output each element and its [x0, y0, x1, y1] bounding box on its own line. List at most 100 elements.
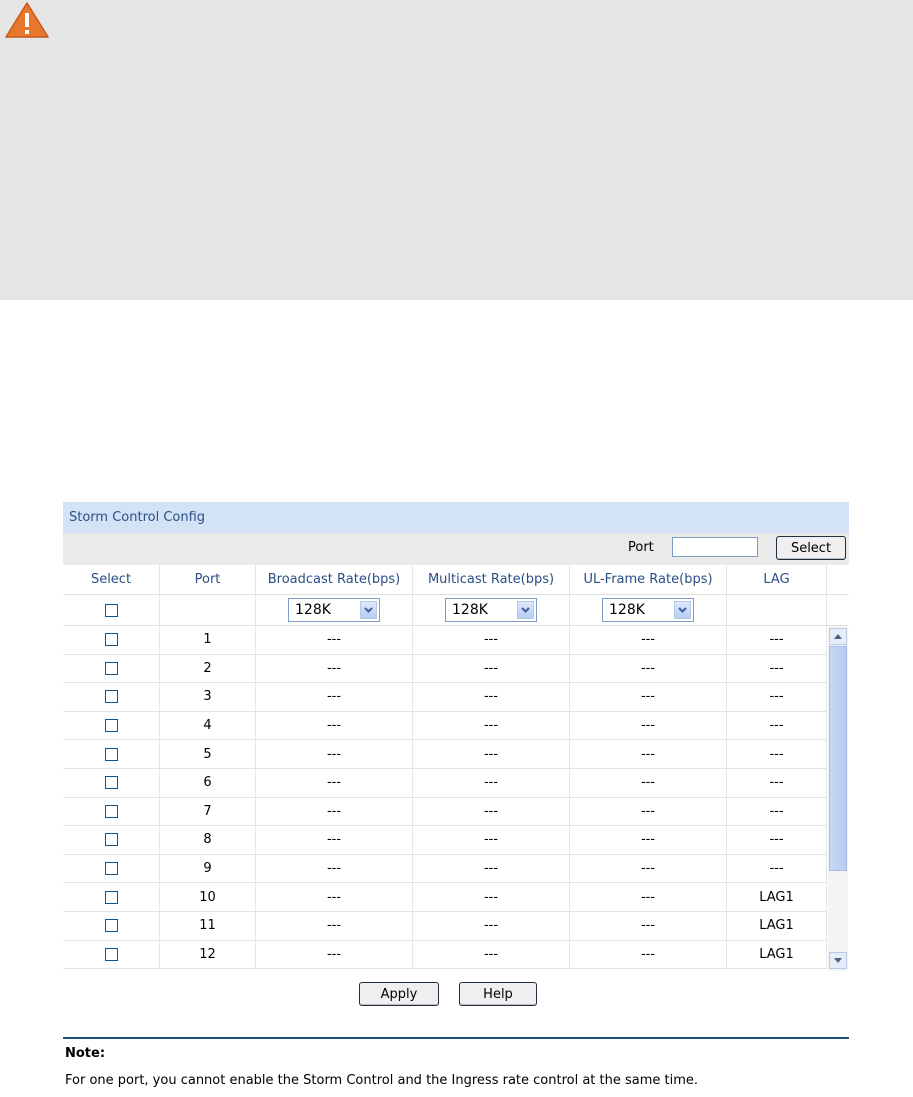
- broadcast-rate-dropdown[interactable]: 128K: [288, 598, 380, 622]
- apply-button[interactable]: Apply: [359, 982, 439, 1006]
- port-rows: 1 --- --- --- --- 2 --- --- --- --- 3 --- --- --- --- 4…: [63, 626, 827, 970]
- port-cell: 1: [160, 626, 256, 654]
- row-checkbox[interactable]: [104, 661, 118, 675]
- multicast-rate-cell: ---: [413, 826, 570, 854]
- row-checkbox[interactable]: [104, 833, 118, 847]
- ul-frame-rate-value: 128K: [609, 602, 645, 618]
- table-row[interactable]: 7 --- --- --- ---: [63, 797, 827, 827]
- table-header: Select Port Broadcast Rate(bps) Multicas…: [63, 565, 849, 595]
- ul-frame-rate-cell: ---: [570, 740, 727, 768]
- scroll-thumb[interactable]: [829, 646, 847, 871]
- lag-cell: ---: [727, 654, 827, 683]
- row-checkbox[interactable]: [104, 776, 118, 790]
- row-checkbox[interactable]: [104, 919, 118, 933]
- select-all-checkbox[interactable]: [104, 603, 118, 617]
- lag-cell: ---: [727, 711, 827, 740]
- ul-frame-rate-cell: ---: [570, 711, 727, 740]
- table-row[interactable]: 6 --- --- --- ---: [63, 768, 827, 798]
- scrollbar[interactable]: [828, 626, 848, 971]
- table-row[interactable]: 10 --- --- --- LAG1: [63, 883, 827, 912]
- broadcast-rate-cell: ---: [256, 626, 413, 654]
- ul-frame-rate-cell: ---: [570, 683, 727, 711]
- multicast-rate-cell: ---: [413, 883, 570, 911]
- lag-cell: ---: [727, 740, 827, 768]
- table-row[interactable]: 4 --- --- --- ---: [63, 711, 827, 741]
- port-cell: 5: [160, 740, 256, 768]
- table-row[interactable]: 9 --- --- --- ---: [63, 854, 827, 884]
- column-header-select: Select: [63, 565, 160, 594]
- port-cell: 10: [160, 883, 256, 911]
- column-header-ul-frame: UL-Frame Rate(bps): [570, 565, 727, 594]
- port-cell: 6: [160, 768, 256, 797]
- lag-cell: ---: [727, 826, 827, 854]
- chevron-down-icon: [674, 601, 691, 619]
- lag-cell: LAG1: [727, 940, 827, 969]
- panel-title: Storm Control Config: [63, 502, 849, 533]
- table-row[interactable]: 12 --- --- --- LAG1: [63, 940, 827, 970]
- ul-frame-rate-cell: ---: [570, 654, 727, 683]
- column-header-multicast: Multicast Rate(bps): [413, 565, 570, 594]
- note-text: For one port, you cannot enable the Stor…: [65, 1073, 699, 1088]
- row-checkbox[interactable]: [104, 747, 118, 761]
- port-table: 1 --- --- --- --- 2 --- --- --- --- 3 --- --- --- --- 4…: [63, 626, 849, 971]
- port-cell: 9: [160, 854, 256, 883]
- port-cell: 12: [160, 940, 256, 969]
- row-checkbox[interactable]: [104, 804, 118, 818]
- column-header-broadcast: Broadcast Rate(bps): [256, 565, 413, 594]
- broadcast-rate-cell: ---: [256, 940, 413, 969]
- ul-frame-rate-cell: ---: [570, 626, 727, 654]
- warning-icon: [5, 2, 49, 38]
- scroll-down-button[interactable]: [829, 952, 847, 969]
- ul-frame-rate-cell: ---: [570, 768, 727, 797]
- port-search-input[interactable]: [672, 537, 758, 557]
- port-search-label: Port: [628, 540, 654, 555]
- ul-frame-rate-cell: ---: [570, 854, 727, 883]
- port-search-row: Port Select: [63, 533, 849, 565]
- table-row[interactable]: 1 --- --- --- ---: [63, 626, 827, 655]
- broadcast-rate-cell: ---: [256, 654, 413, 683]
- ul-frame-rate-dropdown[interactable]: 128K: [602, 598, 694, 622]
- table-row[interactable]: 5 --- --- --- ---: [63, 740, 827, 769]
- lag-cell: LAG1: [727, 883, 827, 911]
- table-row[interactable]: 8 --- --- --- ---: [63, 826, 827, 855]
- multicast-rate-cell: ---: [413, 740, 570, 768]
- multicast-rate-cell: ---: [413, 683, 570, 711]
- broadcast-rate-cell: ---: [256, 854, 413, 883]
- port-cell: 2: [160, 654, 256, 683]
- broadcast-rate-cell: ---: [256, 683, 413, 711]
- row-checkbox[interactable]: [104, 947, 118, 961]
- column-header-lag: LAG: [727, 565, 827, 594]
- ul-frame-rate-cell: ---: [570, 940, 727, 969]
- row-checkbox[interactable]: [104, 690, 118, 704]
- ul-frame-rate-cell: ---: [570, 911, 727, 940]
- help-button[interactable]: Help: [459, 982, 537, 1006]
- select-button[interactable]: Select: [776, 536, 846, 560]
- broadcast-rate-value: 128K: [295, 602, 331, 618]
- broadcast-rate-cell: ---: [256, 768, 413, 797]
- lag-cell: ---: [727, 854, 827, 883]
- multicast-rate-cell: ---: [413, 768, 570, 797]
- table-row[interactable]: 3 --- --- --- ---: [63, 683, 827, 712]
- triangle-down-icon: [834, 958, 842, 963]
- row-checkbox[interactable]: [104, 719, 118, 733]
- broadcast-rate-cell: ---: [256, 740, 413, 768]
- row-checkbox[interactable]: [104, 862, 118, 876]
- multicast-rate-cell: ---: [413, 711, 570, 740]
- lag-cell: ---: [727, 797, 827, 826]
- table-row[interactable]: 11 --- --- --- LAG1: [63, 911, 827, 941]
- multicast-rate-cell: ---: [413, 854, 570, 883]
- scroll-up-button[interactable]: [829, 628, 847, 645]
- broadcast-rate-cell: ---: [256, 883, 413, 911]
- port-cell: 4: [160, 711, 256, 740]
- port-cell: 7: [160, 797, 256, 826]
- row-checkbox[interactable]: [104, 890, 118, 904]
- broadcast-rate-cell: ---: [256, 711, 413, 740]
- row-checkbox[interactable]: [104, 633, 118, 647]
- table-row[interactable]: 2 --- --- --- ---: [63, 654, 827, 684]
- column-header-port: Port: [160, 565, 256, 594]
- storm-control-panel: Storm Control Config Port Select Select …: [63, 502, 849, 1017]
- warning-box: [0, 0, 913, 300]
- lag-cell: ---: [727, 626, 827, 654]
- broadcast-rate-cell: ---: [256, 797, 413, 826]
- multicast-rate-dropdown[interactable]: 128K: [445, 598, 537, 622]
